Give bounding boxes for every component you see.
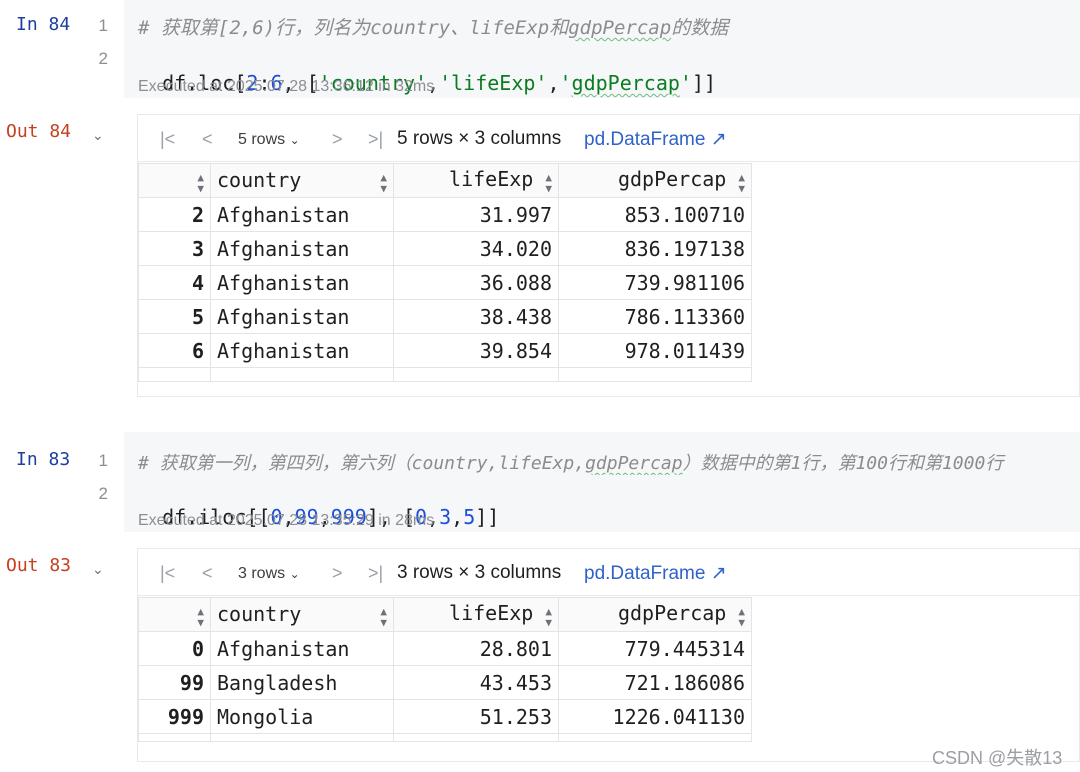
cell-country: Afghanistan bbox=[210, 631, 394, 666]
cell-gdppercap: 853.100710 bbox=[558, 197, 752, 232]
cell-lifeexp: 28.801 bbox=[393, 631, 559, 666]
rows-per-page-select[interactable]: 5 rows ⌄ bbox=[238, 131, 300, 149]
line-number: 2 bbox=[98, 484, 108, 503]
prev-page-icon[interactable]: < bbox=[202, 563, 213, 584]
code-comment[interactable]: # 获取第[2,6)行，列名为country、lifeExp和gdpPercap… bbox=[138, 13, 728, 40]
cell-lifeexp: 36.088 bbox=[393, 265, 559, 300]
in-label: In 84 bbox=[16, 14, 71, 35]
table-header-row: ▲ ▼ country ▲ ▼ lifeExp ▲ ▼ gdpPercap ▲ ▼ bbox=[138, 163, 752, 198]
row-index: 5 bbox=[138, 299, 211, 334]
table-row: 0 Afghanistan 28.801 779.445314 bbox=[138, 631, 752, 666]
row-index: 0 bbox=[138, 631, 211, 666]
row-index: 999 bbox=[138, 699, 211, 734]
rows-per-page-label: 5 rows bbox=[238, 131, 286, 148]
cell-lifeexp: 43.453 bbox=[393, 665, 559, 700]
column-header[interactable]: gdpPercap ▲ ▼ bbox=[558, 597, 752, 632]
sort-icon[interactable]: ▲ ▼ bbox=[380, 172, 387, 194]
first-page-icon[interactable]: |< bbox=[160, 129, 175, 150]
table-row: 4 Afghanistan 36.088 739.981106 bbox=[138, 265, 752, 300]
shape-info: 5 rows × 3 columns bbox=[397, 128, 562, 149]
last-page-icon[interactable]: >| bbox=[368, 129, 383, 150]
cell-gdppercap: 978.011439 bbox=[558, 333, 752, 368]
line-number: 2 bbox=[98, 49, 108, 68]
first-page-icon[interactable]: |< bbox=[160, 563, 175, 584]
table-row: 5 Afghanistan 38.438 786.113360 bbox=[138, 299, 752, 334]
out-label: Out 83 bbox=[6, 555, 72, 576]
cell-gdppercap: 739.981106 bbox=[558, 265, 752, 300]
sort-icon[interactable]: ▲ ▼ bbox=[738, 606, 745, 628]
code-comment[interactable]: # 获取第一列，第四列，第六列（country,lifeExp,gdpPerca… bbox=[138, 449, 1078, 475]
cell-country: Afghanistan bbox=[210, 333, 394, 368]
cell-gdppercap: 779.445314 bbox=[558, 631, 752, 666]
column-header[interactable]: lifeExp ▲ ▼ bbox=[393, 597, 559, 632]
sort-icon[interactable]: ▲ ▼ bbox=[545, 172, 552, 194]
in-label: In 83 bbox=[16, 449, 71, 470]
cell-gdppercap: 721.186086 bbox=[558, 665, 752, 700]
cell-country: Afghanistan bbox=[210, 197, 394, 232]
out-label: Out 84 bbox=[6, 121, 72, 142]
table-footer-spacer bbox=[138, 733, 752, 742]
column-header[interactable]: country ▲ ▼ bbox=[210, 597, 394, 632]
cell-country: Mongolia bbox=[210, 699, 394, 734]
watermark: CSDN @失散13 bbox=[932, 748, 1063, 768]
table-row: 3 Afghanistan 34.020 836.197138 bbox=[138, 231, 752, 266]
row-index: 4 bbox=[138, 265, 211, 300]
row-index: 2 bbox=[138, 197, 211, 232]
collapse-chevron-icon[interactable]: ⌄ bbox=[92, 562, 104, 578]
rows-per-page-label: 3 rows bbox=[238, 565, 286, 582]
cell-lifeexp: 34.020 bbox=[393, 231, 559, 266]
line-number: 1 bbox=[98, 16, 108, 35]
cell-country: Afghanistan bbox=[210, 299, 394, 334]
row-index: 6 bbox=[138, 333, 211, 368]
dataframe-link[interactable]: pd.DataFrame ↗ bbox=[584, 562, 727, 585]
cell-lifeexp: 39.854 bbox=[393, 333, 559, 368]
shape-info: 3 rows × 3 columns bbox=[397, 562, 562, 583]
table-footer-spacer bbox=[138, 367, 752, 382]
collapse-chevron-icon[interactable]: ⌄ bbox=[92, 128, 104, 144]
chevron-down-icon: ⌄ bbox=[289, 567, 300, 581]
table-row: 2 Afghanistan 31.997 853.100710 bbox=[138, 197, 752, 232]
sort-icon[interactable]: ▲ ▼ bbox=[380, 606, 387, 628]
index-header[interactable]: ▲ ▼ bbox=[138, 597, 211, 632]
dataframe-link[interactable]: pd.DataFrame ↗ bbox=[584, 128, 727, 151]
line-number: 1 bbox=[98, 451, 108, 470]
table-row: 99 Bangladesh 43.453 721.186086 bbox=[138, 665, 752, 700]
rows-per-page-select[interactable]: 3 rows ⌄ bbox=[238, 565, 300, 583]
execution-info: Executed at 2025.07.28 13:36:12 in 32ms bbox=[138, 78, 435, 95]
sort-icon[interactable]: ▲ ▼ bbox=[197, 606, 204, 628]
table-row: 6 Afghanistan 39.854 978.011439 bbox=[138, 333, 752, 368]
next-page-icon[interactable]: > bbox=[332, 129, 343, 150]
row-index: 3 bbox=[138, 231, 211, 266]
cell-country: Afghanistan bbox=[210, 231, 394, 266]
index-header[interactable]: ▲ ▼ bbox=[138, 163, 211, 198]
row-index: 99 bbox=[138, 665, 211, 700]
dataframe-table: ▲ ▼ country ▲ ▼ lifeExp ▲ ▼ gdpPercap ▲ ▼ 0 A… bbox=[138, 597, 752, 742]
column-header[interactable]: gdpPercap ▲ ▼ bbox=[558, 163, 752, 198]
column-header[interactable]: country ▲ ▼ bbox=[210, 163, 394, 198]
table-row: 999 Mongolia 51.253 1226.041130 bbox=[138, 699, 752, 734]
cell-country: Afghanistan bbox=[210, 265, 394, 300]
table-header-row: ▲ ▼ country ▲ ▼ lifeExp ▲ ▼ gdpPercap ▲ ▼ bbox=[138, 597, 752, 632]
dataframe-table: ▲ ▼ country ▲ ▼ lifeExp ▲ ▼ gdpPercap ▲ ▼ 2 A… bbox=[138, 163, 752, 382]
cell-lifeexp: 31.997 bbox=[393, 197, 559, 232]
prev-page-icon[interactable]: < bbox=[202, 129, 213, 150]
cell-gdppercap: 786.113360 bbox=[558, 299, 752, 334]
next-page-icon[interactable]: > bbox=[332, 563, 343, 584]
sort-icon[interactable]: ▲ ▼ bbox=[545, 606, 552, 628]
last-page-icon[interactable]: >| bbox=[368, 563, 383, 584]
cell-gdppercap: 1226.041130 bbox=[558, 699, 752, 734]
cell-country: Bangladesh bbox=[210, 665, 394, 700]
cell-lifeexp: 51.253 bbox=[393, 699, 559, 734]
execution-info: Executed at 2025.07.28 13:35:29 in 28ms bbox=[138, 512, 435, 529]
chevron-down-icon: ⌄ bbox=[289, 133, 300, 147]
cell-lifeexp: 38.438 bbox=[393, 299, 559, 334]
column-header[interactable]: lifeExp ▲ ▼ bbox=[393, 163, 559, 198]
sort-icon[interactable]: ▲ ▼ bbox=[197, 172, 204, 194]
sort-icon[interactable]: ▲ ▼ bbox=[738, 172, 745, 194]
cell-gdppercap: 836.197138 bbox=[558, 231, 752, 266]
